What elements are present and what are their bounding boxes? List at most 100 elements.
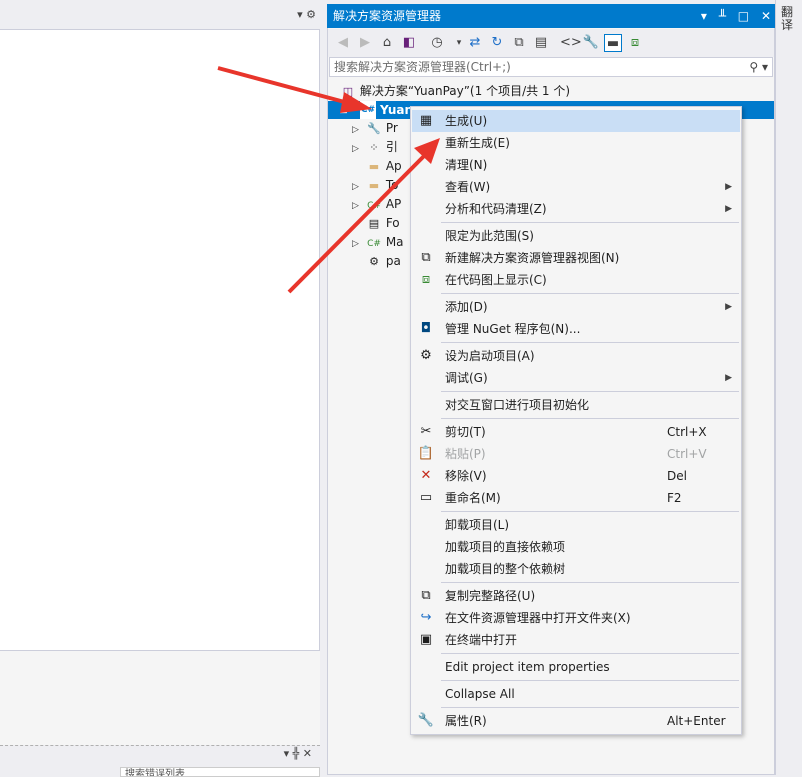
menu-item-new-view[interactable]: ⧉ 新建解决方案资源管理器视图(N) — [412, 247, 740, 269]
menu-item-set-startup[interactable]: ⚙ 设为启动项目(A) — [412, 345, 740, 367]
expanded-icon[interactable]: ◢ — [340, 101, 347, 119]
scissors-icon: ✂ — [420, 424, 432, 439]
tree-item[interactable]: ▷ C# AP — [352, 195, 401, 214]
tree-item[interactable]: ▬ Ap — [352, 157, 402, 176]
menu-separator — [441, 391, 739, 392]
solution-icon: ◫ — [342, 85, 354, 98]
code-map-icon[interactable]: ⧈ — [626, 34, 644, 52]
tree-item[interactable]: ▷ ▬ To — [352, 176, 398, 195]
csharp-project-icon: C# — [360, 101, 377, 119]
nuget-icon: ◘ — [420, 321, 432, 336]
left-pane: ▾ ⚙ — [0, 0, 320, 748]
build-icon: ▦ — [419, 113, 433, 128]
solution-search[interactable]: 搜索解决方案资源管理器(Ctrl+;) ⚲ ▾ — [329, 57, 773, 77]
menu-item-debug[interactable]: 调试(G) ▶ — [412, 367, 740, 389]
menu-item-rebuild[interactable]: 重新生成(E) — [412, 132, 740, 154]
solution-node[interactable]: ◫ 解决方案“YuanPay”(1 个项目/共 1 个) — [340, 82, 570, 100]
project-label: Yuan — [380, 103, 413, 117]
back-icon[interactable]: ◀ — [334, 34, 352, 52]
menu-item-clean[interactable]: 清理(N) — [412, 154, 740, 176]
home-icon[interactable]: ⌂ — [378, 34, 396, 52]
pin-icon[interactable]: ╨ — [719, 9, 726, 23]
menu-item-add[interactable]: 添加(D) ▶ — [412, 296, 740, 318]
menu-item-open-folder[interactable]: ↪ 在文件资源管理器中打开文件夹(X) — [412, 607, 740, 629]
references-icon: ⁘ — [369, 141, 379, 154]
menu-item-open-terminal[interactable]: ▣ 在终端中打开 — [412, 629, 740, 651]
editor-area — [0, 30, 320, 650]
menu-item-unload[interactable]: 卸载项目(L) — [412, 514, 740, 536]
menu-item-build[interactable]: ▦ 生成(U) — [412, 110, 740, 132]
left-pane-header: ▾ ⚙ — [0, 0, 320, 30]
title-buttons: ▾ ╨ □ ✕ — [693, 4, 771, 28]
menu-item-cut[interactable]: ✂ 剪切(T) Ctrl+X — [412, 421, 740, 443]
submenu-arrow-icon: ▶ — [725, 302, 732, 312]
new-view-icon: ⧉ — [421, 250, 431, 265]
refresh-icon[interactable]: ↻ — [488, 34, 506, 52]
menu-item-analyze[interactable]: 分析和代码清理(Z) ▶ — [412, 198, 740, 220]
left-pane-controls[interactable]: ▾ ⚙ — [297, 8, 316, 21]
tree-item[interactable]: ▷ ⁘ 引 — [352, 138, 398, 157]
error-list-search[interactable]: 搜索错误列表 — [120, 767, 320, 777]
code-map-icon: ⧈ — [421, 272, 431, 287]
close-icon[interactable]: ✕ — [761, 9, 771, 23]
tree-item[interactable]: ▷ C# Ma — [352, 233, 404, 252]
menu-item-paste[interactable]: 📋 粘贴(P) Ctrl+V — [412, 443, 740, 465]
open-folder-icon: ↪ — [420, 610, 432, 625]
menu-item-rename[interactable]: ▭ 重命名(M) F2 — [412, 487, 740, 509]
menu-separator — [441, 293, 739, 294]
menu-item-copy-path[interactable]: ⧉ 复制完整路径(U) — [412, 585, 740, 607]
translate-tab[interactable]: 翻译 — [781, 6, 795, 32]
menu-item-nuget[interactable]: ◘ 管理 NuGet 程序包(N)... — [412, 318, 740, 340]
maximize-icon[interactable]: □ — [738, 9, 749, 23]
remove-icon: ✕ — [420, 468, 432, 483]
error-list-controls[interactable]: ▾ ╬ ✕ — [284, 746, 312, 762]
copy-icon: ⧉ — [421, 588, 431, 603]
preview-icon[interactable]: ▬ — [604, 34, 622, 52]
menu-item-view[interactable]: 查看(W) ▶ — [412, 176, 740, 198]
tree-item[interactable]: ▷ 🔧 Pr — [352, 119, 398, 138]
tree-item[interactable]: ▤ Fo — [352, 214, 400, 233]
menu-item-load-dep-tree[interactable]: 加载项目的整个依赖树 — [412, 558, 740, 580]
dropdown-icon[interactable]: ▾ — [701, 9, 707, 23]
lower-panel — [0, 650, 320, 745]
collapse-all-icon[interactable]: ⧉ — [510, 34, 528, 52]
show-all-files-icon[interactable]: ▤ — [532, 34, 550, 52]
menu-item-edit-properties[interactable]: Edit project item properties — [412, 656, 740, 678]
submenu-arrow-icon: ▶ — [725, 204, 732, 214]
submenu-arrow-icon: ▶ — [725, 373, 732, 383]
gear-icon: ⚙ — [420, 348, 432, 363]
sync-icon[interactable]: ⇄ — [466, 34, 484, 52]
menu-separator — [441, 680, 739, 681]
menu-separator — [441, 582, 739, 583]
menu-item-remove[interactable]: ✕ 移除(V) Del — [412, 465, 740, 487]
switch-views-icon[interactable]: ◧ — [400, 34, 418, 52]
menu-separator — [441, 342, 739, 343]
config-icon: ⚙ — [369, 255, 379, 268]
wrench-icon[interactable]: 🔧 — [582, 34, 600, 52]
solution-explorer-toolbar: ◀ ▶ ⌂ ◧ ◷ ▾ ⇄ ↻ ⧉ ▤ <> 🔧 ▬ ⧈ — [328, 29, 774, 57]
view-code-icon[interactable]: <> — [560, 34, 582, 52]
rename-icon: ▭ — [419, 490, 433, 505]
menu-item-properties[interactable]: 🔧 属性(R) Alt+Enter — [412, 710, 740, 732]
clipboard-icon: 📋 — [417, 446, 435, 461]
wrench-icon: 🔧 — [417, 713, 435, 728]
menu-separator — [441, 653, 739, 654]
folder-icon: ▬ — [368, 179, 380, 192]
forward-icon[interactable]: ▶ — [356, 34, 374, 52]
menu-separator — [441, 511, 739, 512]
context-menu: ▦ 生成(U) 重新生成(E) 清理(N) 查看(W) ▶ 分析和代码清理(Z)… — [410, 106, 742, 735]
folder-icon: ▬ — [368, 160, 380, 173]
menu-separator — [441, 707, 739, 708]
menu-item-load-direct-deps[interactable]: 加载项目的直接依赖项 — [412, 536, 740, 558]
search-icon[interactable]: ⚲ ▾ — [749, 58, 768, 76]
solution-explorer-titlebar: 解决方案资源管理器 ▾ ╨ □ ✕ — [327, 4, 775, 28]
menu-item-scope[interactable]: 限定为此范围(S) — [412, 225, 740, 247]
search-input[interactable]: 搜索解决方案资源管理器(Ctrl+;) — [334, 58, 511, 76]
solution-explorer-title: 解决方案资源管理器 — [333, 9, 442, 23]
form-icon: ▤ — [368, 217, 380, 230]
menu-item-collapse-all[interactable]: Collapse All — [412, 683, 740, 705]
pending-changes-icon[interactable]: ◷ — [428, 34, 446, 52]
menu-item-interactive-init[interactable]: 对交互窗口进行项目初始化 — [412, 394, 740, 416]
tree-item[interactable]: ⚙ pa — [352, 252, 401, 271]
menu-item-code-map[interactable]: ⧈ 在代码图上显示(C) — [412, 269, 740, 291]
